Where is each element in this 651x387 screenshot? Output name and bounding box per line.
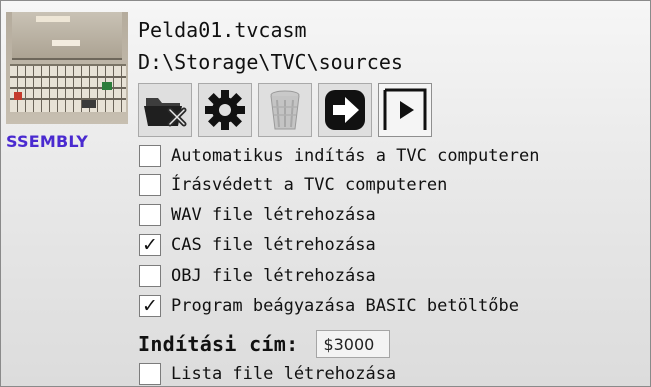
computer-key-red — [14, 92, 22, 100]
option-label: Program beágyazása BASIC betöltőbe — [171, 296, 519, 316]
delete-button[interactable] — [258, 83, 312, 137]
checkbox[interactable]: ✓ — [139, 295, 161, 317]
option-obj-file[interactable]: OBJ file létrehozása — [139, 263, 376, 289]
option-label: CAS file létrehozása — [171, 235, 376, 255]
checkbox[interactable] — [139, 145, 161, 167]
checkbox[interactable] — [139, 363, 161, 385]
mode-badge: SSEMBLY — [6, 132, 89, 151]
option-list-file[interactable]: Lista file létrehozása — [139, 361, 396, 387]
computer-key-green — [102, 82, 112, 90]
computer-key-dark — [82, 100, 96, 108]
computer-thumbnail — [6, 12, 128, 124]
file-path: D:\Storage\TVC\sources — [138, 50, 403, 74]
checkbox[interactable] — [139, 174, 161, 196]
checkbox[interactable] — [139, 204, 161, 226]
file-name: Pelda01.tvcasm — [138, 18, 307, 42]
check-icon: ✓ — [142, 294, 158, 317]
check-icon: ✓ — [142, 233, 158, 256]
option-basic-loader[interactable]: ✓ Program beágyazása BASIC betöltőbe — [139, 293, 519, 319]
option-label: WAV file létrehozása — [171, 205, 376, 225]
gear-icon — [205, 90, 245, 130]
trash-icon — [270, 90, 300, 130]
play-icon — [383, 88, 427, 130]
option-write-protect[interactable]: Írásvédett a TVC computeren — [139, 172, 447, 198]
checkbox[interactable] — [139, 265, 161, 287]
toolbar — [138, 83, 432, 139]
option-cas-file[interactable]: ✓ CAS file létrehozása — [139, 232, 376, 258]
start-address-input[interactable] — [316, 330, 391, 358]
arrow-right-icon — [325, 90, 365, 130]
option-label: Automatikus indítás a TVC computeren — [171, 146, 540, 166]
start-address-row: Indítási cím: — [138, 329, 391, 359]
start-address-label: Indítási cím: — [138, 332, 299, 356]
option-label: OBJ file létrehozása — [171, 266, 376, 286]
option-label: Írásvédett a TVC computeren — [171, 175, 448, 195]
option-autostart[interactable]: Automatikus indítás a TVC computeren — [139, 143, 539, 169]
remove-file-button[interactable] — [138, 83, 192, 137]
run-button[interactable] — [378, 83, 432, 137]
option-wav-file[interactable]: WAV file létrehozása — [139, 202, 376, 228]
next-button[interactable] — [318, 83, 372, 137]
computer-brand-strip — [36, 16, 70, 22]
checkbox[interactable]: ✓ — [139, 234, 161, 256]
computer-brand-tag — [52, 40, 80, 46]
option-label: Lista file létrehozása — [171, 364, 397, 384]
remove-file-icon — [144, 98, 187, 127]
settings-button[interactable] — [198, 83, 252, 137]
